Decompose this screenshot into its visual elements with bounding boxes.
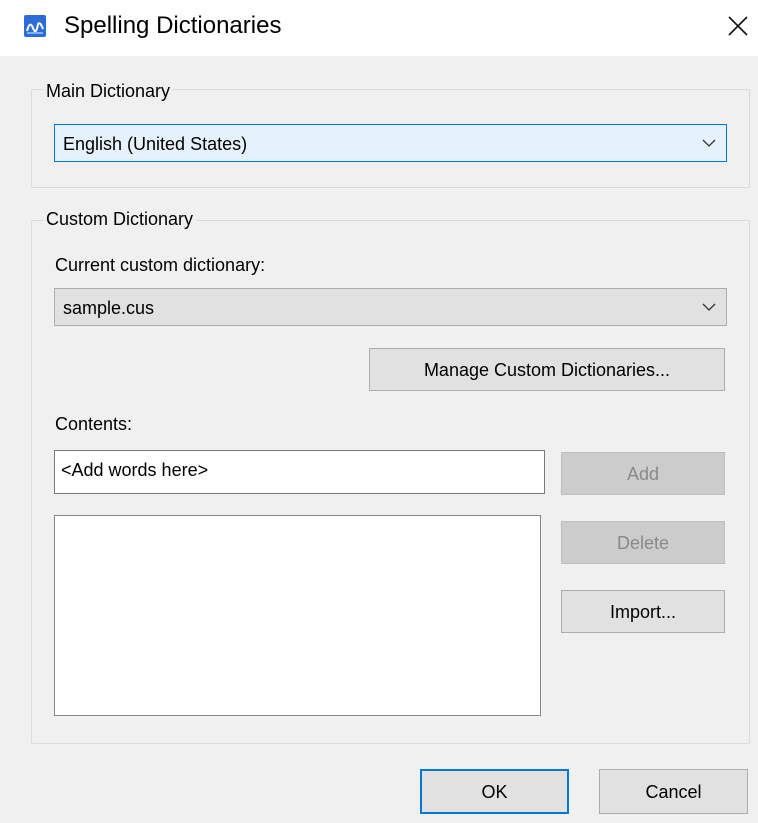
dialog-client: Main Dictionary English (United States) … — [0, 56, 758, 823]
custom-dictionary-select[interactable]: sample.cus — [54, 288, 727, 326]
ok-button[interactable]: OK — [420, 769, 569, 814]
ok-button-label: OK — [481, 781, 508, 802]
chevron-down-icon — [702, 303, 716, 311]
manage-custom-dictionaries-label: Manage Custom Dictionaries... — [423, 359, 671, 380]
import-button[interactable]: Import... — [561, 590, 725, 633]
add-word-input-box[interactable] — [54, 450, 545, 494]
main-dictionary-group-label: Main Dictionary — [43, 80, 174, 102]
import-button-label: Import... — [609, 601, 676, 622]
contents-label: Contents: — [55, 414, 133, 434]
cancel-button-label: Cancel — [645, 781, 702, 802]
main-dictionary-selected-value: English (United States) — [63, 134, 248, 154]
current-custom-dictionary-label: Current custom dictionary: — [55, 255, 266, 275]
words-list[interactable] — [54, 515, 541, 716]
add-word-input[interactable] — [61, 460, 531, 481]
close-icon[interactable] — [724, 12, 752, 40]
chevron-down-icon — [702, 139, 716, 147]
add-button-label: Add — [626, 463, 660, 484]
custom-dictionary-group-label: Custom Dictionary — [43, 208, 197, 230]
delete-button[interactable]: Delete — [561, 521, 725, 564]
delete-button-label: Delete — [616, 532, 670, 553]
custom-dictionary-selected-value: sample.cus — [63, 298, 155, 318]
window-title: Spelling Dictionaries — [64, 12, 282, 39]
manage-custom-dictionaries-button[interactable]: Manage Custom Dictionaries... — [369, 348, 725, 391]
title-bar: Spelling Dictionaries — [0, 0, 758, 56]
add-button[interactable]: Add — [561, 452, 725, 495]
main-dictionary-select[interactable]: English (United States) — [54, 124, 727, 162]
app-icon — [24, 15, 46, 37]
cancel-button[interactable]: Cancel — [599, 769, 748, 814]
